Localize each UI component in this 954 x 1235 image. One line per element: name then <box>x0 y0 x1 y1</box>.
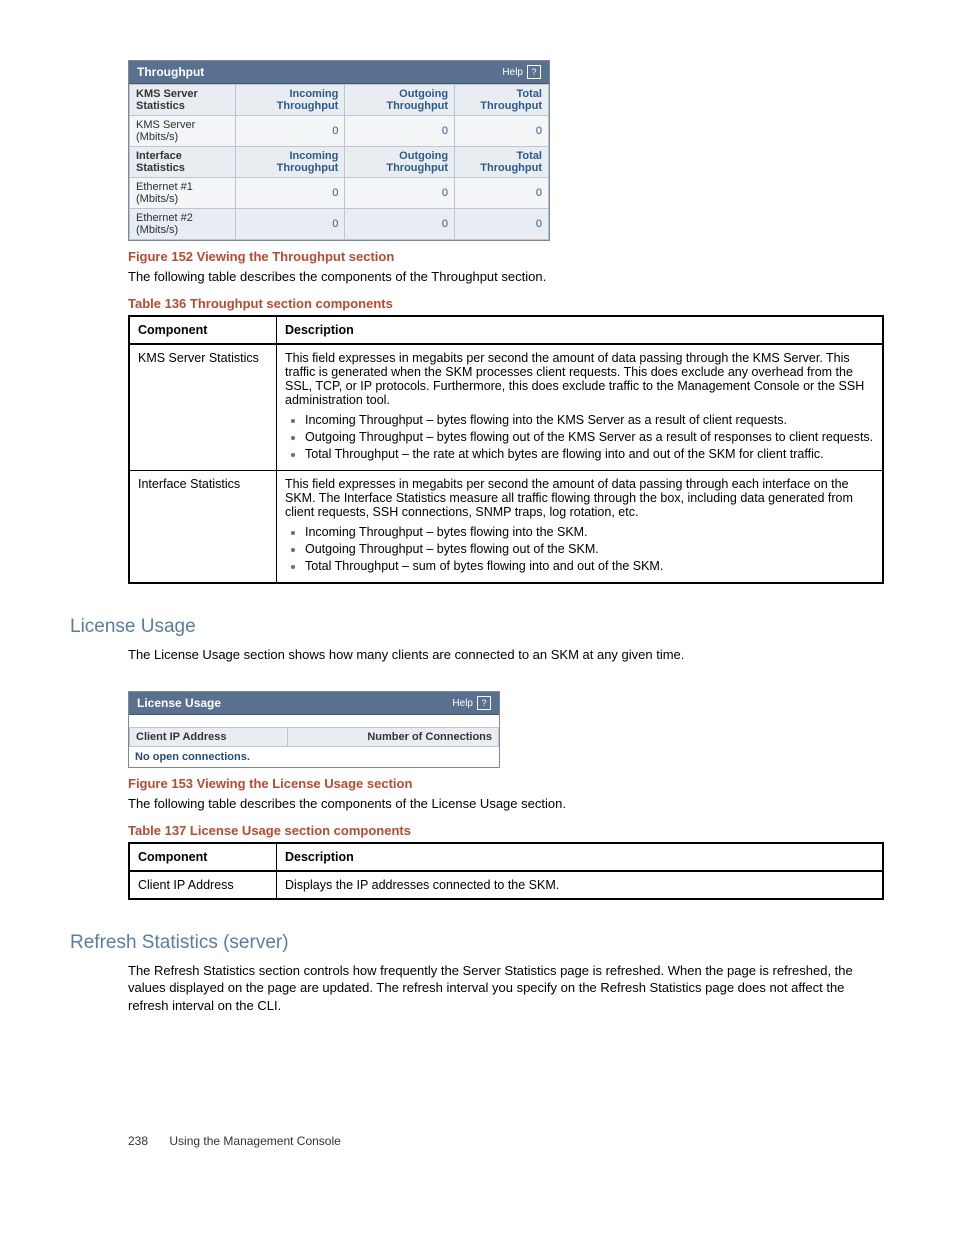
col-header: Incoming Throughput <box>235 85 345 116</box>
col-header: Client IP Address <box>130 728 288 747</box>
description-cell: This field expresses in megabits per sec… <box>277 344 884 471</box>
desc-list: Incoming Throughput – bytes flowing into… <box>285 413 874 461</box>
help-icon: ? <box>527 65 541 79</box>
table-row: Client IP Address Displays the IP addres… <box>129 871 883 899</box>
help-icon: ? <box>477 696 491 710</box>
th-description: Description <box>277 316 884 344</box>
component-cell: Client IP Address <box>129 871 277 899</box>
cell: 0 <box>235 209 345 240</box>
table-row-label: Ethernet #2 (Mbits/s) <box>130 209 236 240</box>
table-136: Component Description KMS Server Statist… <box>128 315 884 584</box>
desc-list: Incoming Throughput – bytes flowing into… <box>285 525 874 573</box>
section-heading-refresh: Refresh Statistics (server) <box>70 932 884 954</box>
table-row: KMS Server Statistics This field express… <box>129 344 883 471</box>
help-link[interactable]: Help ? <box>502 65 541 79</box>
col-header: Incoming Throughput <box>235 147 345 178</box>
page-footer: 238 Using the Management Console <box>128 1134 884 1148</box>
page-number: 238 <box>128 1134 148 1148</box>
table-row-label: Ethernet #1 (Mbits/s) <box>130 178 236 209</box>
list-item: Outgoing Throughput – bytes flowing out … <box>305 430 874 444</box>
footer-title: Using the Management Console <box>169 1134 340 1148</box>
table-caption: Table 136 Throughput section components <box>128 296 884 311</box>
figure-caption: Figure 152 Viewing the Throughput sectio… <box>128 249 884 264</box>
th-component: Component <box>129 316 277 344</box>
list-item: Outgoing Throughput – bytes flowing out … <box>305 542 874 556</box>
th-description: Description <box>277 843 884 871</box>
panel-title: License Usage <box>137 696 221 710</box>
table-caption: Table 137 License Usage section componen… <box>128 823 884 838</box>
table-row-label: Interface Statistics <box>130 147 236 178</box>
license-table: Client IP Address Number of Connections <box>129 727 499 747</box>
section-heading-license: License Usage <box>70 616 884 638</box>
list-item: Incoming Throughput – bytes flowing into… <box>305 525 874 539</box>
table-row: Interface Statistics This field expresse… <box>129 470 883 583</box>
body-text: The License Usage section shows how many… <box>128 646 884 664</box>
cell: 0 <box>345 209 455 240</box>
col-header: Outgoing Throughput <box>345 147 455 178</box>
table-row-label: KMS Server (Mbits/s) <box>130 116 236 147</box>
help-label: Help <box>502 67 523 78</box>
col-header: Outgoing Throughput <box>345 85 455 116</box>
th-component: Component <box>129 843 277 871</box>
desc-intro: This field expresses in megabits per sec… <box>285 351 864 407</box>
help-label: Help <box>452 698 473 709</box>
no-open-connections: No open connections. <box>129 747 499 767</box>
description-cell: Displays the IP addresses connected to t… <box>277 871 884 899</box>
col-header: Number of Connections <box>288 728 499 747</box>
table-137: Component Description Client IP Address … <box>128 842 884 900</box>
col-header: Total Throughput <box>455 147 549 178</box>
help-link[interactable]: Help ? <box>452 696 491 710</box>
body-text: The Refresh Statistics section controls … <box>128 962 884 1015</box>
description-cell: This field expresses in megabits per sec… <box>277 470 884 583</box>
list-item: Total Throughput – the rate at which byt… <box>305 447 874 461</box>
figure-caption: Figure 153 Viewing the License Usage sec… <box>128 776 884 791</box>
panel-header: Throughput Help ? <box>129 61 549 84</box>
list-item: Incoming Throughput – bytes flowing into… <box>305 413 874 427</box>
cell: 0 <box>455 178 549 209</box>
body-text: The following table describes the compon… <box>128 795 884 813</box>
throughput-panel: Throughput Help ? KMS Server Statistics … <box>128 60 550 241</box>
throughput-table: KMS Server Statistics Incoming Throughpu… <box>129 84 549 240</box>
list-item: Total Throughput – sum of bytes flowing … <box>305 559 874 573</box>
component-cell: Interface Statistics <box>129 470 277 583</box>
cell: 0 <box>345 178 455 209</box>
cell: 0 <box>235 178 345 209</box>
panel-header: License Usage Help ? <box>129 692 499 715</box>
cell: 0 <box>455 209 549 240</box>
license-usage-panel: License Usage Help ? Client IP Address N… <box>128 691 500 768</box>
body-text: The following table describes the compon… <box>128 268 884 286</box>
col-header: Total Throughput <box>455 85 549 116</box>
cell: 0 <box>455 116 549 147</box>
cell: 0 <box>235 116 345 147</box>
panel-title: Throughput <box>137 65 204 79</box>
cell: 0 <box>345 116 455 147</box>
table-row-label: KMS Server Statistics <box>130 85 236 116</box>
desc-intro: This field expresses in megabits per sec… <box>285 477 853 519</box>
component-cell: KMS Server Statistics <box>129 344 277 471</box>
